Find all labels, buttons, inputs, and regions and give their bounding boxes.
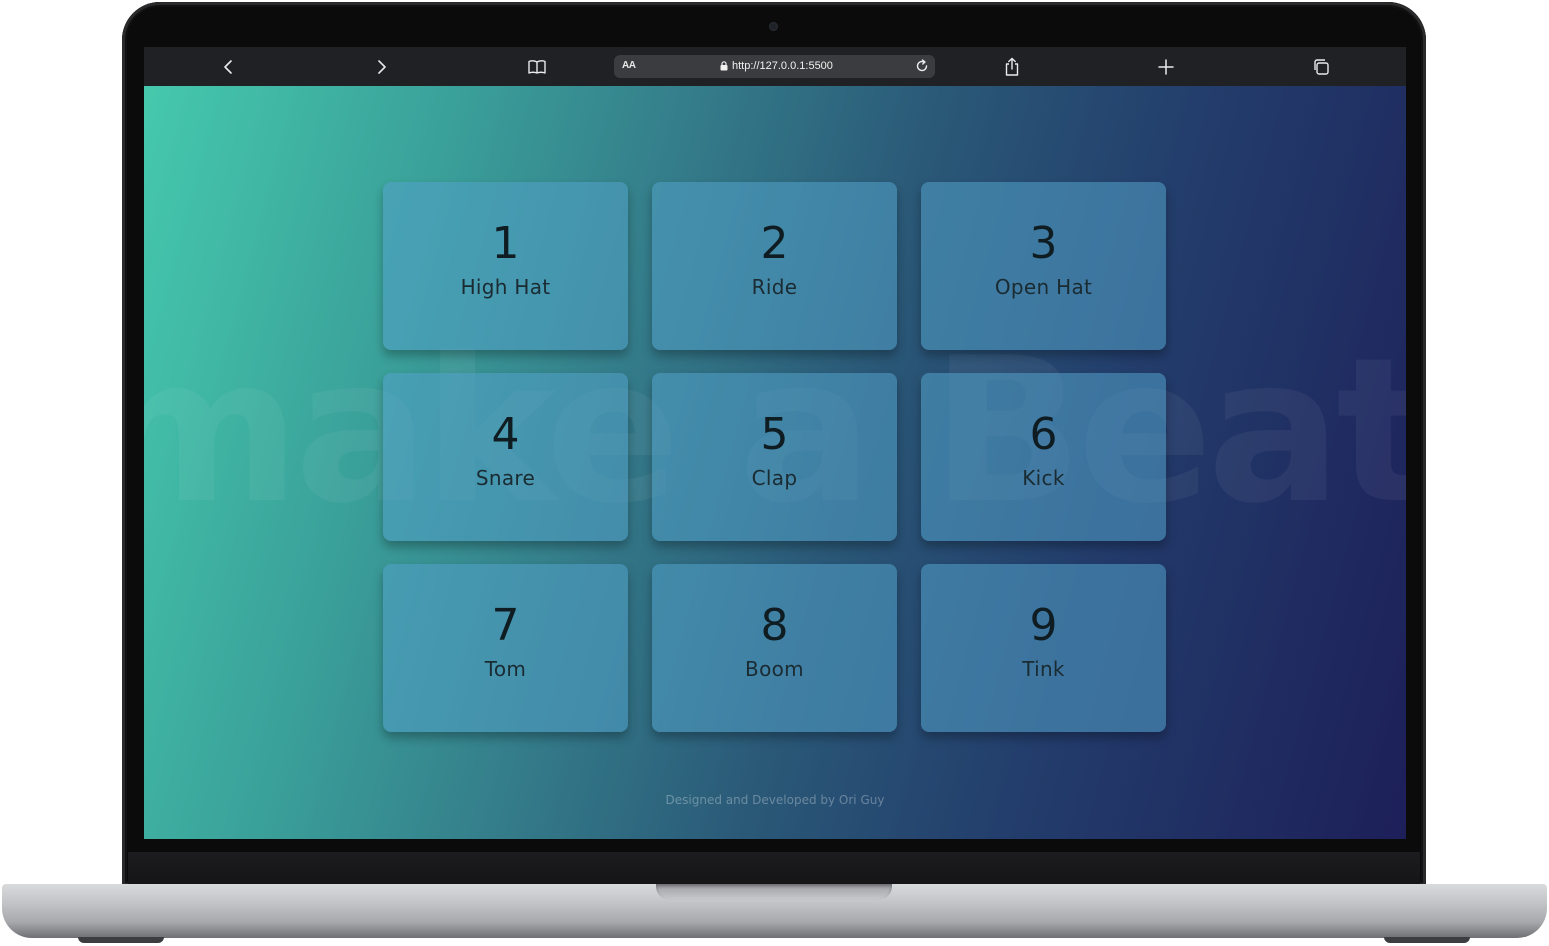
drum-pad[interactable]: 8 Boom <box>652 564 897 732</box>
browser-window: AA http://127.0.0.1:5500 make a Beat 1 H… <box>144 47 1406 839</box>
new-tab-button[interactable] <box>1154 55 1178 79</box>
drum-pad[interactable]: 4 Snare <box>383 373 628 541</box>
drum-pad[interactable]: 3 Open Hat <box>921 182 1166 350</box>
pad-sound-label: Boom <box>745 657 804 681</box>
pad-key: 6 <box>1029 409 1058 460</box>
url-text: http://127.0.0.1:5500 <box>732 60 833 72</box>
drum-pad[interactable]: 6 Kick <box>921 373 1166 541</box>
drum-pad-grid: 1 High Hat 2 Ride 3 Open Hat 4 Snare 5 C… <box>383 182 1166 732</box>
reload-icon <box>916 59 928 72</box>
footer-credit: Designed and Developed by Ori Guy <box>665 793 885 807</box>
laptop-bottom-bezel <box>128 852 1420 884</box>
tabs-overview-button[interactable] <box>1309 55 1333 79</box>
laptop-opening-notch <box>656 884 892 900</box>
pad-key: 7 <box>491 600 520 651</box>
bookmarks-button[interactable] <box>525 55 549 79</box>
drum-pad[interactable]: 2 Ride <box>652 182 897 350</box>
pad-sound-label: Ride <box>751 275 798 299</box>
laptop-foot-right <box>1384 937 1470 943</box>
drum-kit-page: make a Beat 1 High Hat 2 Ride 3 Open Hat… <box>144 86 1406 839</box>
pad-sound-label: Kick <box>1022 466 1065 490</box>
back-button[interactable] <box>216 55 240 79</box>
pad-key: 1 <box>491 218 520 269</box>
share-button[interactable] <box>1000 55 1024 79</box>
forward-button[interactable] <box>370 55 394 79</box>
url-display: http://127.0.0.1:5500 <box>720 60 833 72</box>
share-icon <box>1005 57 1019 76</box>
lock-icon <box>720 61 728 71</box>
laptop-foot-left <box>78 937 164 943</box>
drum-pad[interactable]: 1 High Hat <box>383 182 628 350</box>
book-icon <box>528 60 546 74</box>
pad-sound-label: Tink <box>1022 657 1065 681</box>
address-bar[interactable]: AA http://127.0.0.1:5500 <box>614 55 935 78</box>
pad-key: 5 <box>760 409 789 460</box>
pad-sound-label: Tom <box>484 657 527 681</box>
reload-button[interactable] <box>913 57 931 78</box>
drum-pad[interactable]: 5 Clap <box>652 373 897 541</box>
plus-icon <box>1158 59 1174 75</box>
pad-key: 2 <box>760 218 789 269</box>
pad-sound-label: Clap <box>751 466 798 490</box>
chevron-left-icon <box>224 60 232 74</box>
tabs-icon <box>1314 59 1329 75</box>
browser-toolbar: AA http://127.0.0.1:5500 <box>144 47 1406 86</box>
pad-key: 3 <box>1029 218 1058 269</box>
reader-mode-button[interactable]: AA <box>622 60 636 71</box>
pad-sound-label: Open Hat <box>994 275 1093 299</box>
pad-key: 4 <box>491 409 520 460</box>
pad-key: 8 <box>760 600 789 651</box>
pad-key: 9 <box>1029 600 1058 651</box>
pad-sound-label: Snare <box>475 466 536 490</box>
pad-sound-label: High Hat <box>460 275 551 299</box>
drum-pad[interactable]: 7 Tom <box>383 564 628 732</box>
chevron-right-icon <box>378 60 386 74</box>
camera <box>769 22 778 31</box>
drum-pad[interactable]: 9 Tink <box>921 564 1166 732</box>
